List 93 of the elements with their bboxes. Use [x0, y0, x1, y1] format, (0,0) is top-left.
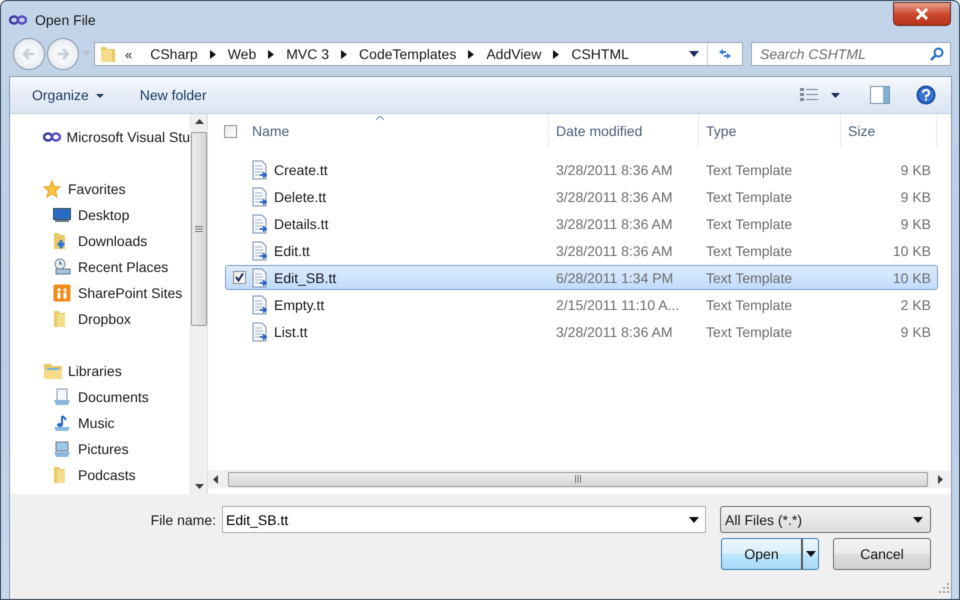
- view-caret-icon[interactable]: [831, 92, 840, 98]
- open-options-button[interactable]: [803, 538, 819, 570]
- navigation-item[interactable]: Music: [43, 410, 190, 436]
- text-file-icon: [252, 268, 268, 288]
- navigation-item[interactable]: Documents: [43, 384, 190, 410]
- breadcrumb[interactable]: CSharp: [142, 46, 206, 62]
- select-all-checkbox[interactable]: [224, 124, 236, 138]
- open-button[interactable]: Open: [721, 538, 803, 570]
- column-header[interactable]: Date modified: [549, 114, 699, 148]
- document-library-icon: [53, 388, 71, 406]
- file-row[interactable]: Edit.tt 3/28/2011 8:36 AM Text Template 10 KB: [225, 238, 938, 263]
- vertical-scrollbar[interactable]: [190, 114, 207, 494]
- breadcrumb-arrow-icon[interactable]: [341, 50, 348, 58]
- file-type-dropdown[interactable]: All Files (*.*): [720, 506, 931, 533]
- breadcrumb[interactable]: AddView: [478, 46, 550, 62]
- breadcrumb[interactable]: CSHTML: [563, 46, 637, 62]
- column-header[interactable]: Name: [252, 114, 549, 148]
- folder-icon: [53, 310, 67, 328]
- infinity-icon: [43, 132, 61, 142]
- file-name-label: File name:: [150, 512, 216, 528]
- row-checkbox[interactable]: [232, 271, 246, 284]
- scroll-left-arrow-icon[interactable]: [213, 474, 218, 484]
- sharepoint-icon: [53, 284, 71, 302]
- navigation-item[interactable]: Recent Places: [43, 254, 190, 280]
- file-row[interactable]: Empty.tt 2/15/2011 11:10 A... Text Template 2 KB: [225, 292, 938, 317]
- app-logo-icon: [9, 14, 27, 24]
- window-title: Open File: [35, 12, 96, 28]
- navigation-item[interactable]: Downloads: [43, 228, 190, 254]
- dropdown-caret-icon[interactable]: [689, 51, 699, 57]
- checkmark-icon: [234, 272, 244, 283]
- back-button[interactable]: [13, 38, 45, 70]
- column-header[interactable]: Type: [699, 114, 841, 148]
- new-folder-button[interactable]: New folder: [140, 83, 207, 107]
- cancel-button[interactable]: Cancel: [833, 538, 931, 570]
- address-bar[interactable]: « CSharp Web MVC 3 CodeTemplates AddView CSHTML: [94, 42, 743, 66]
- breadcrumb-arrow-icon[interactable]: [468, 50, 474, 58]
- navigation-item[interactable]: Microsoft Visual Stu: [43, 124, 190, 150]
- breadcrumb[interactable]: CodeTemplates: [351, 46, 464, 62]
- text-file-icon: [252, 294, 268, 314]
- breadcrumb[interactable]: Web: [220, 46, 264, 62]
- navigation-item[interactable]: Pictures: [43, 436, 190, 462]
- text-file-icon: [252, 160, 268, 180]
- dropdown-caret-icon[interactable]: [689, 517, 699, 523]
- breadcrumb-arrow-icon[interactable]: [210, 50, 216, 58]
- forward-button[interactable]: [47, 38, 79, 70]
- music-note-icon: [53, 414, 71, 432]
- close-button[interactable]: [893, 2, 951, 26]
- caret-icon[interactable]: [96, 94, 104, 98]
- navigation-item[interactable]: Favorites: [43, 176, 190, 202]
- refresh-icon[interactable]: [717, 47, 733, 61]
- file-name-field[interactable]: Edit_SB.tt: [222, 506, 706, 533]
- navigation-item[interactable]: Podcasts: [43, 462, 190, 488]
- breadcrumb-arrow-icon[interactable]: [268, 50, 274, 58]
- help-icon[interactable]: [916, 85, 936, 105]
- view-options-icon[interactable]: [799, 87, 819, 103]
- file-row[interactable]: List.tt 3/28/2011 8:36 AM Text Template 9 KB: [225, 319, 938, 344]
- breadcrumb-arrow-icon[interactable]: [553, 50, 560, 58]
- text-file-icon: [252, 186, 268, 206]
- star-icon: [43, 180, 61, 198]
- picture-library-icon: [53, 440, 71, 458]
- text-file-icon: [252, 322, 268, 342]
- file-row[interactable]: Details.tt 3/28/2011 8:36 AM Text Template 9 KB: [225, 211, 938, 236]
- library-icon: [43, 362, 63, 380]
- recent-places-icon: [53, 258, 71, 276]
- text-file-icon: [252, 214, 268, 234]
- dropdown-caret-icon[interactable]: [806, 551, 816, 557]
- grip-lines-icon[interactable]: [574, 475, 582, 483]
- column-header[interactable]: Size: [841, 114, 937, 148]
- breadcrumb[interactable]: MVC 3: [278, 46, 338, 62]
- close-icon[interactable]: [914, 8, 930, 20]
- navigation-item[interactable]: Desktop: [43, 202, 190, 228]
- search-field[interactable]: Search CSHTML: [751, 42, 951, 66]
- folder-icon: [53, 466, 67, 484]
- navigation-item[interactable]: Libraries: [43, 358, 190, 384]
- dropdown-caret-icon[interactable]: [913, 516, 923, 522]
- overflow-chevron[interactable]: «: [125, 46, 132, 62]
- scroll-right-arrow-icon[interactable]: [938, 474, 943, 484]
- file-row[interactable]: Create.tt 3/28/2011 8:36 AM Text Template 9 KB: [225, 157, 938, 182]
- search-icon[interactable]: [930, 47, 944, 61]
- folder-icon: [100, 45, 116, 63]
- scroll-up-arrow-icon[interactable]: [194, 119, 204, 124]
- horizontal-scrollbar[interactable]: [208, 470, 951, 488]
- resize-grip-icon[interactable]: [939, 583, 949, 593]
- grip-lines-icon[interactable]: [195, 226, 203, 232]
- scroll-down-arrow-icon[interactable]: [194, 484, 204, 489]
- file-row[interactable]: Delete.tt 3/28/2011 8:36 AM Text Template 9 KB: [225, 184, 938, 209]
- monitor-icon: [53, 207, 71, 223]
- organize-button[interactable]: Organize: [32, 83, 104, 107]
- text-file-icon: [252, 240, 268, 260]
- file-row[interactable]: Edit_SB.tt 6/28/2011 1:34 PM Text Template 10 KB: [225, 265, 938, 290]
- navigation-item[interactable]: SharePoint Sites: [43, 280, 190, 306]
- preview-pane-icon[interactable]: [870, 86, 890, 104]
- navigation-item[interactable]: Dropbox: [43, 306, 190, 332]
